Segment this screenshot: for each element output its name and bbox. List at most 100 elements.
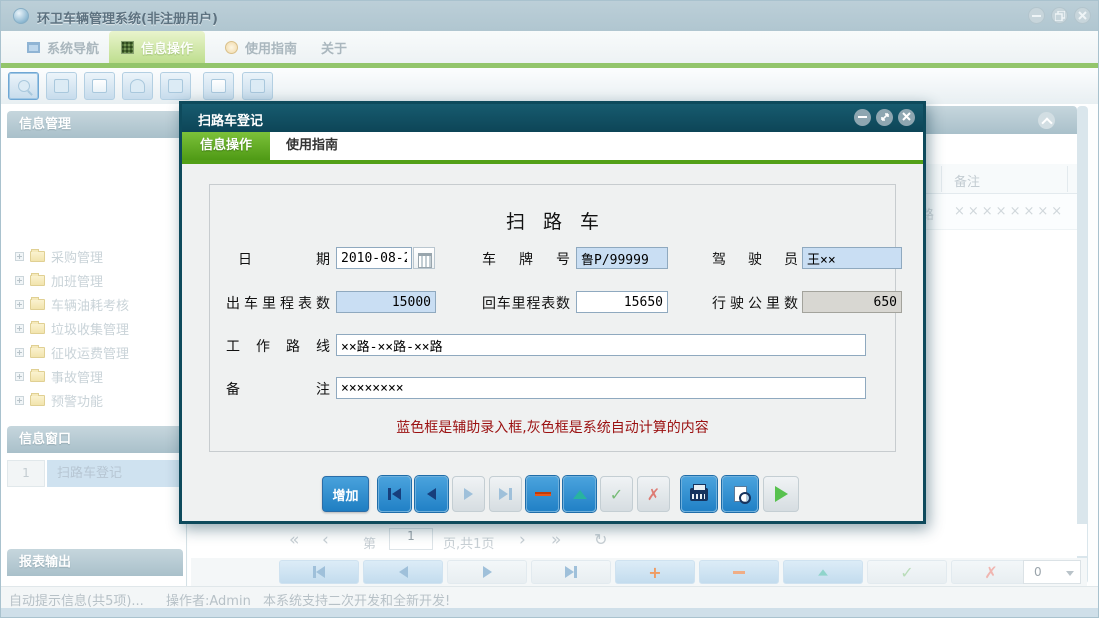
search-button[interactable] (8, 72, 39, 100)
sidebar-item-freight[interactable]: 征收运费管理 (15, 340, 181, 364)
last-page-button[interactable]: » (551, 530, 561, 550)
window-preview-icon (168, 79, 183, 93)
rec-next-button[interactable] (447, 560, 527, 584)
scrollbar[interactable] (1077, 106, 1088, 584)
rec-edit-button[interactable] (783, 560, 863, 584)
status-bar: 自动提示信息(共5项)... 操作者:Admin 本系统支持二次开发和全新开发! (1, 586, 1098, 608)
status-auto-hint: 自动提示信息(共5项)... (9, 590, 144, 609)
row-index: 1 (7, 460, 45, 487)
dialog-resize-icon[interactable] (876, 109, 893, 126)
delete-record-button[interactable] (526, 476, 559, 512)
dialog-minimize-icon[interactable] (854, 109, 871, 126)
date-label: 日期 (238, 249, 330, 269)
user-button[interactable] (122, 72, 153, 100)
expand-icon[interactable] (15, 252, 24, 261)
depart-odometer-input[interactable] (336, 291, 436, 313)
remark-label: 备注 (226, 379, 330, 399)
expand-icon[interactable] (15, 348, 24, 357)
prev-record-button[interactable] (415, 476, 448, 512)
doc-add-button[interactable] (203, 72, 234, 100)
next-record-button[interactable] (452, 476, 485, 512)
rec-save-button[interactable]: ✓ (867, 560, 947, 584)
status-support: 本系统支持二次开发和全新开发! (263, 590, 450, 609)
minimize-icon[interactable] (1028, 7, 1045, 24)
return-odometer-input[interactable] (576, 291, 668, 313)
sidebar-item-overtime[interactable]: 加班管理 (15, 268, 181, 292)
dialog-tab-accent-bar (182, 160, 923, 164)
tab-about[interactable]: 关于 (309, 31, 359, 63)
sidebar-item-garbage[interactable]: 垃圾收集管理 (15, 316, 181, 340)
tab-info-operation[interactable]: 信息操作 (109, 31, 205, 63)
prev-page-button[interactable]: ‹ (322, 530, 329, 550)
next-page-button[interactable]: › (519, 530, 526, 550)
form-view-button[interactable] (46, 72, 77, 100)
minus-icon (535, 492, 551, 496)
restore-icon[interactable] (1051, 7, 1068, 24)
rec-prev-button[interactable] (363, 560, 443, 584)
close-icon[interactable] (1074, 7, 1091, 24)
row-label[interactable]: 扫路车登记 (47, 460, 183, 487)
plate-label: 车牌号 (482, 249, 570, 269)
panel-info-window[interactable]: 信息窗口 (7, 426, 183, 453)
tab-system-nav[interactable]: 系统导航 (15, 31, 111, 63)
rec-first-button[interactable] (279, 560, 359, 584)
expand-icon[interactable] (15, 324, 24, 333)
tab-user-guide[interactable]: 使用指南 (213, 31, 309, 63)
window-preview-button[interactable] (160, 72, 191, 100)
cancel-record-button[interactable]: ✗ (637, 476, 670, 512)
preview-button[interactable] (722, 476, 758, 512)
rec-add-button[interactable]: + (615, 560, 695, 584)
sidebar-item-accident[interactable]: 事故管理 (15, 364, 181, 388)
calendar-icon[interactable] (413, 247, 435, 269)
remark-input[interactable] (336, 377, 866, 399)
app-window: 环卫车辆管理系统(非注册用户) 系统导航 信息操作 使用指南 关于 (0, 0, 1099, 618)
document-button[interactable] (84, 72, 115, 100)
print-button[interactable] (681, 476, 717, 512)
folder-icon (30, 371, 45, 382)
triangle-up-icon (573, 490, 587, 499)
dialog-close-icon[interactable] (898, 109, 915, 126)
pagination-bar: « ‹ 第 1 页,共1页 › » ↻ (191, 524, 1087, 556)
rec-cancel-button[interactable]: ✗ (951, 560, 1031, 584)
route-input[interactable] (336, 334, 866, 356)
page-label: 第 (363, 533, 376, 552)
record-nav-bar: + ✓ ✗ 0 (191, 558, 1087, 586)
folder-icon (30, 347, 45, 358)
date-input[interactable] (336, 247, 412, 269)
form-title: 扫路车 (210, 207, 895, 234)
driver-input[interactable] (802, 247, 902, 269)
plate-input[interactable] (576, 247, 668, 269)
column-remark[interactable]: 备注 (954, 171, 980, 190)
dialog-tab-info-operation[interactable]: 信息操作 (182, 132, 270, 160)
printer-button[interactable] (242, 72, 273, 100)
run-button[interactable] (763, 476, 799, 512)
first-record-button[interactable] (378, 476, 411, 512)
panel-info-management[interactable]: 信息管理 (7, 111, 183, 138)
page-number-input[interactable]: 1 (389, 528, 433, 550)
sidebar-item-warning[interactable]: 预警功能 (15, 388, 181, 412)
rec-delete-button[interactable] (699, 560, 779, 584)
first-page-button[interactable]: « (289, 530, 299, 550)
expand-icon[interactable] (15, 372, 24, 381)
sidebar-item-purchase[interactable]: 采购管理 (15, 244, 181, 268)
panel-report-output[interactable]: 报表输出 (7, 549, 183, 576)
collapse-chevron-icon[interactable] (1038, 112, 1055, 129)
expand-icon[interactable] (15, 300, 24, 309)
add-button[interactable]: 增加 (322, 476, 369, 512)
refresh-icon[interactable]: ↻ (594, 530, 607, 549)
save-record-button[interactable]: ✓ (600, 476, 633, 512)
expand-icon[interactable] (15, 396, 24, 405)
rec-last-button[interactable] (531, 560, 611, 584)
info-window-row[interactable]: 1 扫路车登记 (7, 460, 183, 487)
distance-input[interactable] (802, 291, 902, 313)
app-logo-icon (13, 8, 29, 24)
edit-record-button[interactable] (563, 476, 596, 512)
last-record-button[interactable] (489, 476, 522, 512)
play-icon (775, 486, 788, 502)
folder-icon (30, 251, 45, 262)
dialog-tab-user-guide[interactable]: 使用指南 (268, 132, 356, 160)
sidebar-item-fuel[interactable]: 车辆油耗考核 (15, 292, 181, 316)
record-count-dropdown[interactable]: 0 (1023, 560, 1081, 584)
expand-icon[interactable] (15, 276, 24, 285)
return-odometer-label: 回车里程表数 (482, 293, 570, 313)
